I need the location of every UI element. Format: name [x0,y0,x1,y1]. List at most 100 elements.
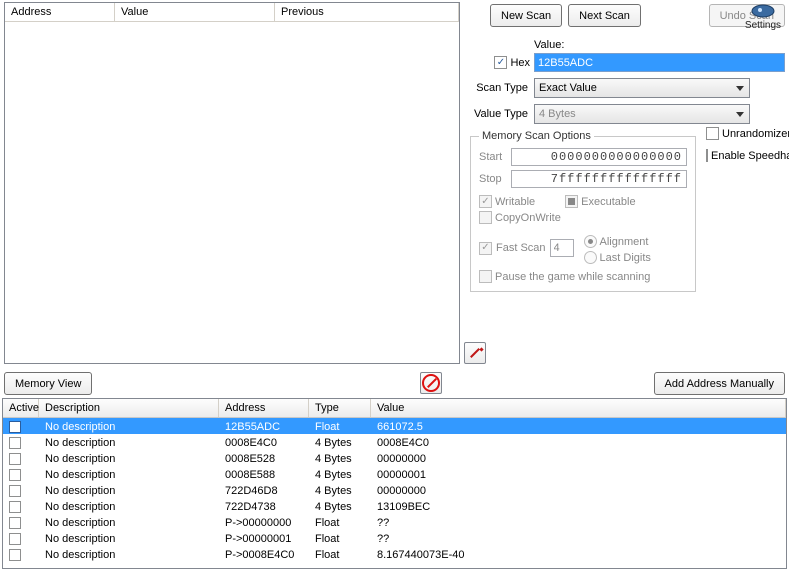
row-active-checkbox[interactable] [9,501,21,513]
fastscan-checkbox [479,242,492,255]
row-active-checkbox[interactable] [9,549,21,561]
row-type: 4 Bytes [309,452,371,465]
table-row[interactable]: No descriptionP->00000001Float?? [3,530,786,546]
row-description: No description [39,420,219,433]
table-row[interactable]: No description0008E5884 Bytes00000001 [3,466,786,482]
alignment-radio [584,235,597,248]
no-sign-icon [422,374,440,392]
new-scan-button[interactable]: New Scan [490,4,562,27]
unrandomizer-checkbox[interactable] [706,127,719,140]
writable-checkbox [479,195,492,208]
row-type: 4 Bytes [309,484,371,497]
add-address-manually-button[interactable]: Add Address Manually [654,372,785,395]
mso-legend: Memory Scan Options [479,130,594,142]
mso-start-input[interactable] [511,148,687,166]
row-address: 0008E4C0 [219,436,309,449]
settings-label: Settings [743,20,783,31]
speedhack-label: Enable Speedhack [711,150,789,162]
row-address: 0008E528 [219,452,309,465]
scan-results-col-value[interactable]: Value [115,3,275,21]
row-description: No description [39,452,219,465]
value-type-label: Value Type [470,108,534,120]
row-active-checkbox[interactable] [9,485,21,497]
scan-results-panel: Address Value Previous [4,2,460,364]
row-value: 00000000 [371,452,786,465]
table-row[interactable]: No descriptionP->0008E4C0Float8.16744007… [3,546,786,562]
hex-label: Hex [510,57,530,69]
row-type: Float [309,532,371,545]
table-row[interactable]: No description722D46D84 Bytes00000000 [3,482,786,498]
row-address: 0008E588 [219,468,309,481]
row-address: 12B55ADC [219,420,309,433]
row-type: Float [309,420,371,433]
unrandomizer-label: Unrandomizer [722,128,789,140]
arrow-icon [468,346,482,360]
speedhack-checkbox[interactable] [706,149,708,162]
copyonwrite-checkbox [479,211,492,224]
table-row[interactable]: No descriptionP->00000000Float?? [3,514,786,530]
row-address: 722D46D8 [219,484,309,497]
row-type: Float [309,548,371,561]
fastscan-value-input [550,239,574,257]
hcol-address[interactable]: Address [219,399,309,417]
row-active-checkbox[interactable] [9,421,21,433]
clear-button[interactable] [420,372,442,394]
scan-results-col-address[interactable]: Address [5,3,115,21]
settings-block[interactable]: Settings [743,2,783,31]
copy-to-addresslist-button[interactable] [464,342,486,364]
row-description: No description [39,484,219,497]
row-active-checkbox[interactable] [9,533,21,545]
row-active-checkbox[interactable] [9,469,21,481]
pause-label: Pause the game while scanning [495,271,650,283]
executable-checkbox [565,195,578,208]
scan-results-col-previous[interactable]: Previous [275,3,459,21]
value-label: Value: [534,39,564,51]
table-row[interactable]: No description0008E5284 Bytes00000000 [3,450,786,466]
address-list-header: Active Description Address Type Value [3,399,786,418]
mso-stop-label: Stop [479,173,511,185]
hcol-active[interactable]: Active [3,399,39,417]
value-type-select[interactable]: 4 Bytes [534,104,750,124]
row-value: 0008E4C0 [371,436,786,449]
row-address: P->00000001 [219,532,309,545]
fastscan-label: Fast Scan [496,242,546,254]
memory-view-button[interactable]: Memory View [4,372,92,395]
row-type: 4 Bytes [309,500,371,513]
lastdigits-label: Last Digits [600,252,651,264]
scan-type-value: Exact Value [539,82,597,94]
row-active-checkbox[interactable] [9,453,21,465]
alignment-label: Alignment [600,236,649,248]
pause-checkbox [479,270,492,283]
scan-type-select[interactable]: Exact Value [534,78,750,98]
hex-checkbox[interactable] [494,56,507,69]
settings-icon[interactable] [749,2,777,20]
mso-stop-input[interactable] [511,170,687,188]
hcol-value[interactable]: Value [371,399,786,417]
table-row[interactable]: No description0008E4C04 Bytes0008E4C0 [3,434,786,450]
row-description: No description [39,548,219,561]
table-row[interactable]: No description12B55ADCFloat661072.5 [3,418,786,434]
row-type: 4 Bytes [309,468,371,481]
next-scan-button[interactable]: Next Scan [568,4,641,27]
row-active-checkbox[interactable] [9,517,21,529]
hcol-description[interactable]: Description [39,399,219,417]
lastdigits-radio [584,251,597,264]
row-value: ?? [371,532,786,545]
row-description: No description [39,516,219,529]
executable-label: Executable [581,196,635,208]
row-value: 8.167440073E-40 [371,548,786,561]
row-type: 4 Bytes [309,436,371,449]
scan-value-input[interactable] [534,53,785,72]
copyonwrite-label: CopyOnWrite [495,212,561,224]
row-value: 00000000 [371,484,786,497]
address-list-body[interactable]: No description12B55ADCFloat661072.5No de… [3,418,786,567]
table-row[interactable]: No description722D47384 Bytes13109BEC [3,498,786,514]
row-description: No description [39,468,219,481]
address-list-panel: Active Description Address Type Value No… [2,398,787,569]
row-address: P->00000000 [219,516,309,529]
row-active-checkbox[interactable] [9,437,21,449]
row-value: 00000001 [371,468,786,481]
hcol-type[interactable]: Type [309,399,371,417]
row-description: No description [39,436,219,449]
scan-type-label: Scan Type [470,82,534,94]
